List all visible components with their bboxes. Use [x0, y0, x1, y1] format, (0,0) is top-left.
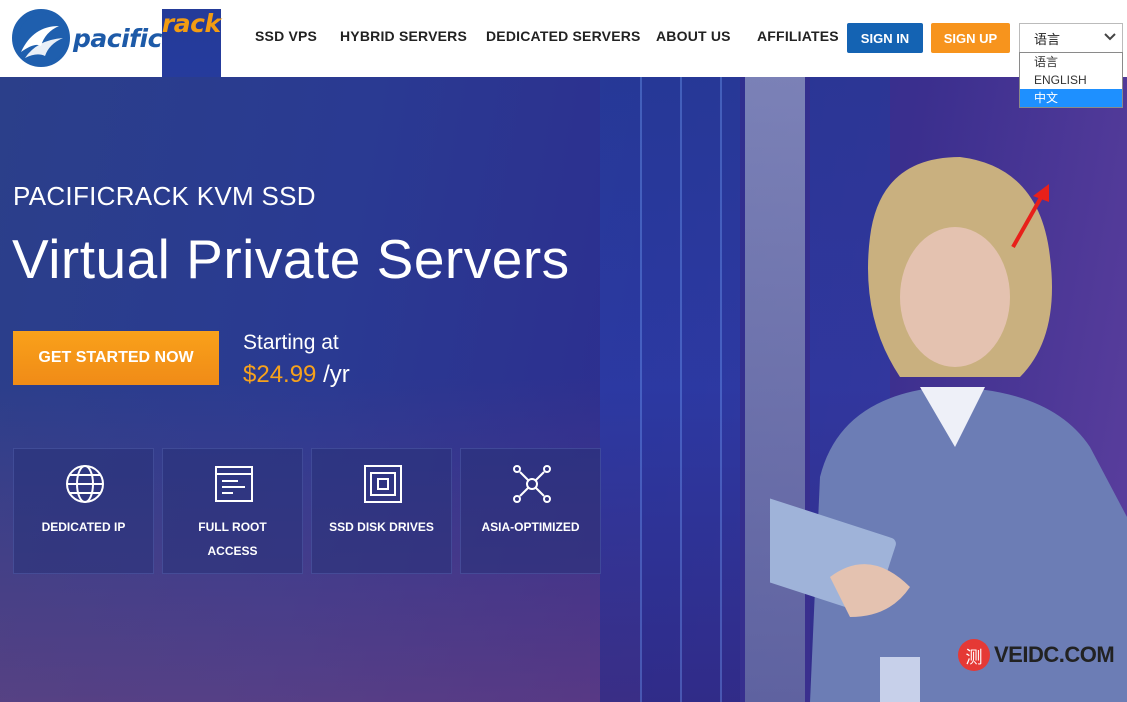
feature-label: DEDICATED IP [41, 520, 126, 534]
nav-about-us[interactable]: ABOUT US [656, 28, 731, 44]
nav-ssd-vps[interactable]: SSD VPS [255, 28, 317, 44]
price-label: $24.99 /yr [243, 361, 350, 389]
rack-cable [680, 77, 682, 702]
price-period: /yr [323, 361, 350, 388]
watermark-glyph: 测 [958, 639, 990, 671]
site-header: pacific rack SSD VPS HYBRID SERVERS DEDIC… [0, 0, 1127, 634]
sign-in-button[interactable]: SIGN IN [847, 23, 923, 53]
server-rack-image [600, 77, 740, 702]
language-dropdown-list: 语言 ENGLISH 中文 [1019, 52, 1123, 108]
nav-dedicated-servers[interactable]: DEDICATED SERVERS [486, 28, 641, 44]
sign-up-button[interactable]: SIGN UP [931, 23, 1010, 53]
brand-logo[interactable]: pacific rack [12, 9, 221, 634]
nav-affiliates[interactable]: AFFILIATES [757, 28, 839, 44]
red-arrow-annotation-icon [1011, 184, 1049, 248]
language-option-chinese[interactable]: 中文 [1020, 89, 1122, 107]
feature-label: FULL ROOT ACCESS [198, 520, 267, 558]
logo-wave-icon [12, 9, 70, 67]
feature-label: SSD DISK DRIVES [329, 520, 434, 534]
nav-hybrid-servers[interactable]: HYBRID SERVERS [340, 28, 467, 44]
disk-drive-icon [364, 465, 402, 503]
feature-label: ASIA-OPTIMIZED [481, 520, 580, 534]
language-selected-value: 语言 [1034, 31, 1061, 47]
terminal-window-icon [215, 466, 253, 502]
language-select[interactable]: 语言 [1019, 23, 1123, 53]
feature-card-full-root-access: FULL ROOT ACCESS [162, 448, 303, 574]
chevron-down-icon [1104, 32, 1116, 42]
rack-cable [720, 77, 722, 702]
hero-subtitle: PACIFICRACK KVM SSD [13, 181, 316, 211]
network-nodes-icon [513, 465, 551, 503]
starting-at-label: Starting at [243, 331, 339, 354]
watermark: 测 VEIDC.COM [958, 639, 1115, 671]
price-amount: $24.99 [243, 361, 317, 388]
hero-title: Virtual Private Servers [12, 228, 570, 290]
feature-card-asia-optimized: ASIA-OPTIMIZED [460, 448, 601, 574]
globe-icon [66, 465, 104, 503]
watermark-text: VEIDC.COM [994, 642, 1115, 667]
feature-card-ssd-disk-drives: SSD DISK DRIVES [311, 448, 452, 574]
feature-card-dedicated-ip: DEDICATED IP [13, 448, 154, 574]
rack-cable [640, 77, 642, 702]
hero-banner: PACIFICRACK KVM SSD Virtual Private Serv… [0, 77, 1127, 702]
language-option-english[interactable]: ENGLISH [1020, 71, 1122, 89]
get-started-button[interactable]: GET STARTED NOW [13, 331, 219, 385]
brand-wordmark: pacific rack [73, 9, 221, 634]
language-option[interactable]: 语言 [1020, 53, 1122, 71]
woman-with-tablet-image [770, 157, 1127, 702]
